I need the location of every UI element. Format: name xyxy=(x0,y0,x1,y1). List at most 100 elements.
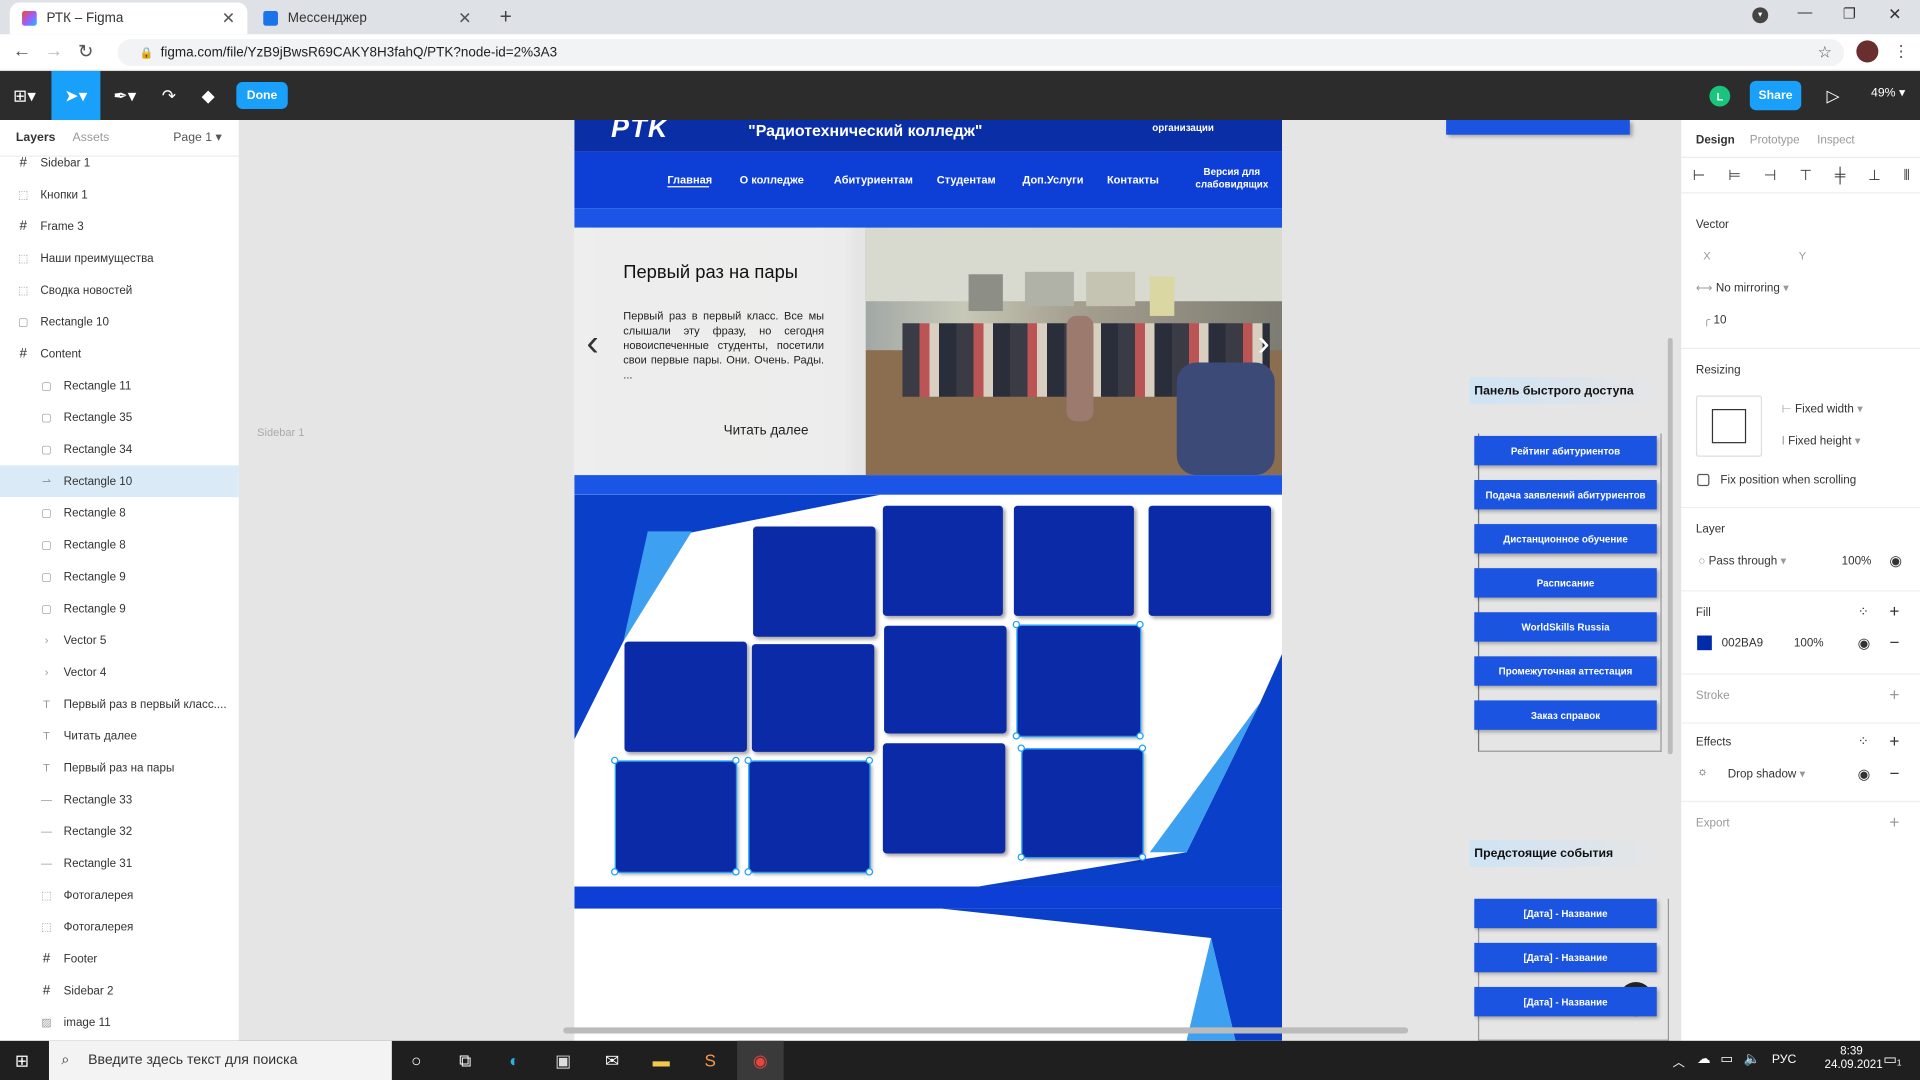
tab-layers[interactable]: Layers xyxy=(16,131,55,144)
minimize-icon[interactable]: — xyxy=(1798,4,1813,21)
layer-row[interactable]: ⬚ Кнопки 1 xyxy=(0,179,239,211)
fill-hex[interactable]: 002BA9 xyxy=(1722,637,1763,650)
site-nav-item[interactable]: Студентам xyxy=(937,174,996,186)
layer-row[interactable]: — Rectangle 31 xyxy=(0,847,239,879)
corner-radius-field[interactable]: ╭ 10 xyxy=(1703,313,1726,326)
design-canvas[interactable]: Sidebar 1 PTK "Радиотехнический колледж"… xyxy=(240,120,1681,1041)
quick-access-button[interactable]: Промежуточная аттестация xyxy=(1474,656,1657,686)
layer-row[interactable]: T Первый раз в первый класс.... xyxy=(0,688,239,720)
layer-row[interactable]: # Sidebar 1 xyxy=(0,147,239,179)
fix-position-checkbox[interactable] xyxy=(1697,473,1710,487)
gallery-photo-tile[interactable] xyxy=(884,625,1007,734)
layer-row[interactable]: ▢ Rectangle 9 xyxy=(0,561,239,593)
task-view-icon[interactable]: ⧉ xyxy=(453,1048,477,1072)
gallery-photo-tile[interactable] xyxy=(882,505,1003,616)
distribute-icon[interactable]: ⫴ xyxy=(1904,166,1910,184)
mirroring-select[interactable]: ⟷ No mirroring ▾ xyxy=(1696,282,1789,295)
file-explorer-icon[interactable]: ▬ xyxy=(649,1048,673,1072)
layer-row[interactable]: T Читать далее xyxy=(0,720,239,752)
url-field[interactable]: 🔒 figma.com/file/YzB9jBwsR69CAKY8H3fahQ/… xyxy=(117,39,1845,67)
quick-access-button[interactable]: Дистанционное обучение xyxy=(1474,524,1657,554)
edge-icon[interactable]: ◐ xyxy=(502,1048,526,1072)
main-menu-icon[interactable]: ⊞▾ xyxy=(2,71,46,120)
layer-row[interactable]: ▢ Rectangle 8 xyxy=(0,497,239,529)
windows-start-icon[interactable]: ⊞ xyxy=(10,1048,34,1072)
selection-handle[interactable] xyxy=(611,868,619,876)
mail-icon[interactable]: ✉ xyxy=(600,1048,624,1072)
layer-row[interactable]: ▢ Rectangle 10 xyxy=(0,306,239,338)
effect-styles-icon[interactable]: ⁘ xyxy=(1858,733,1869,750)
fill-styles-icon[interactable]: ⁘ xyxy=(1858,604,1869,620)
quick-access-button[interactable]: Рейтинг абитуриентов xyxy=(1474,435,1657,466)
layer-row[interactable]: ▨ image 11 xyxy=(0,1007,239,1039)
layer-row[interactable]: # Footer xyxy=(0,943,239,975)
visibility-eye-icon[interactable]: ◉ xyxy=(1889,552,1902,569)
user-avatar[interactable]: L xyxy=(1709,85,1731,107)
pen-tool-icon[interactable]: ✒▾ xyxy=(103,71,147,120)
align-top-icon[interactable]: ⊤ xyxy=(1799,167,1812,184)
done-button[interactable]: Done xyxy=(236,82,288,109)
gallery-photo-tile[interactable] xyxy=(611,756,740,876)
selection-handle[interactable] xyxy=(1017,744,1025,752)
add-stroke-icon[interactable]: + xyxy=(1889,684,1899,704)
forward-icon[interactable]: → xyxy=(42,40,66,61)
quick-access-button[interactable]: WorldSkills Russia xyxy=(1474,612,1657,642)
site-nav-item[interactable]: Доп.Услуги xyxy=(1022,174,1083,186)
layer-row[interactable]: ⬚ Фотогалерея xyxy=(0,911,239,943)
y-field-label[interactable]: Y xyxy=(1799,250,1806,262)
selection-handle[interactable] xyxy=(1017,853,1025,861)
close-icon[interactable]: ✕ xyxy=(458,9,471,29)
tab-figma[interactable]: РТК – Figma ✕ xyxy=(9,2,248,35)
fill-opacity[interactable]: 100% xyxy=(1794,637,1824,650)
tab-prototype[interactable]: Prototype xyxy=(1750,133,1800,146)
tab-inspect[interactable]: Inspect xyxy=(1817,133,1855,146)
event-item[interactable]: [Дата] - Название xyxy=(1474,942,1657,973)
reload-icon[interactable]: ↻ xyxy=(73,40,97,63)
chrome-taskbar-icon[interactable]: ◉ xyxy=(737,1040,784,1080)
bend-tool-icon[interactable]: ↷ xyxy=(147,71,191,120)
zoom-level[interactable]: 49% ▾ xyxy=(1871,87,1905,100)
network-icon[interactable]: ▭ xyxy=(1720,1051,1733,1067)
canvas-vertical-scrollbar[interactable] xyxy=(1667,337,1673,755)
layer-row[interactable]: ▢ Rectangle 11 xyxy=(0,370,239,402)
selection-handle[interactable] xyxy=(865,756,874,765)
sublime-icon[interactable]: S xyxy=(698,1048,722,1072)
effect-select[interactable]: Drop shadow ▾ xyxy=(1728,768,1806,781)
layer-row[interactable]: ⬚ Сводка новостей xyxy=(0,274,239,306)
present-icon[interactable]: ▷ xyxy=(1811,71,1855,120)
event-item[interactable]: [Дата] - Название xyxy=(1474,986,1657,1017)
fill-visibility-icon[interactable]: ◉ xyxy=(1858,634,1871,651)
store-icon[interactable]: ▣ xyxy=(551,1048,575,1072)
fixed-width-select[interactable]: ⊢ Fixed width ▾ xyxy=(1782,403,1863,416)
align-center-v-icon[interactable]: ╪ xyxy=(1835,167,1845,184)
clock[interactable]: 8:39 24.09.2021 xyxy=(1825,1044,1883,1071)
remove-fill-icon[interactable]: − xyxy=(1889,632,1899,652)
nav-accessible-version[interactable]: Версия для слабовидящих xyxy=(1187,167,1278,191)
tab-design[interactable]: Design xyxy=(1696,133,1735,146)
align-center-h-icon[interactable]: ⊨ xyxy=(1728,167,1741,184)
carousel-prev-icon[interactable]: ‹ xyxy=(587,325,599,363)
layer-row[interactable]: ▢ Rectangle 34 xyxy=(0,433,239,465)
share-button[interactable]: Share xyxy=(1749,80,1802,111)
selection-handle[interactable] xyxy=(611,756,619,765)
bookmark-star-icon[interactable]: ☆ xyxy=(1818,43,1832,63)
remove-effect-icon[interactable]: − xyxy=(1889,763,1899,783)
layer-row[interactable]: ▢ Rectangle 35 xyxy=(0,402,239,434)
notification-icon[interactable]: ▭ xyxy=(1883,1051,1897,1068)
gallery-photo-tile[interactable] xyxy=(1013,505,1134,616)
move-tool-icon[interactable]: ➤▾ xyxy=(51,71,101,121)
selection-handle[interactable] xyxy=(744,868,752,876)
taskbar-search-input[interactable]: ⌕ Введите здесь текст для поиска xyxy=(48,1040,392,1080)
selection-handle[interactable] xyxy=(1138,744,1147,752)
selection-handle[interactable] xyxy=(865,868,874,876)
tab-search-icon[interactable]: ▾ xyxy=(1752,7,1769,24)
add-effect-icon[interactable]: + xyxy=(1889,731,1899,751)
tab-messenger[interactable]: Мессенджер ✕ xyxy=(251,2,484,34)
cortana-icon[interactable]: ○ xyxy=(404,1048,428,1072)
align-bottom-icon[interactable]: ⊥ xyxy=(1868,167,1881,184)
browser-menu-icon[interactable]: ⋮ xyxy=(1893,42,1909,62)
fill-color-swatch[interactable] xyxy=(1697,635,1712,651)
fixed-height-select[interactable]: I Fixed height ▾ xyxy=(1782,435,1861,448)
layer-row[interactable]: › Vector 4 xyxy=(0,656,239,688)
gallery-photo-tile[interactable] xyxy=(1012,620,1144,740)
